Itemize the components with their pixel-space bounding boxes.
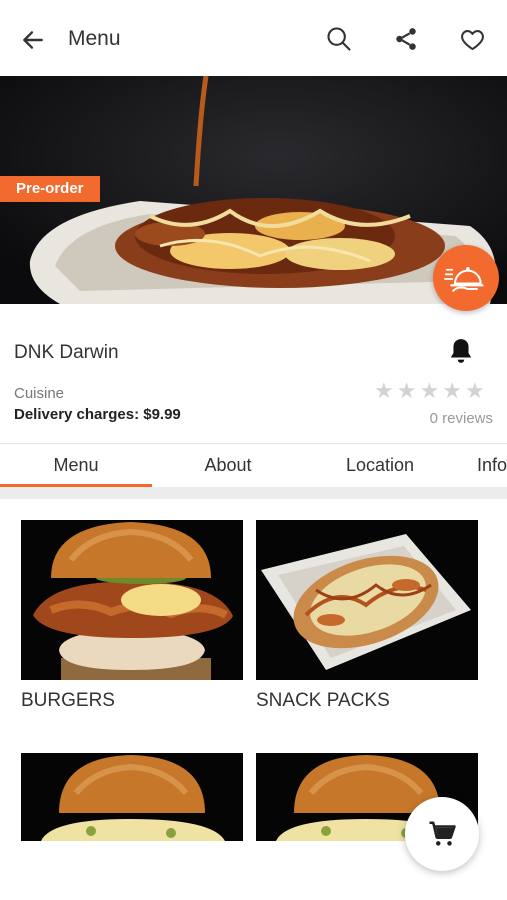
notify-button[interactable]: [446, 336, 476, 366]
restaurant-name: DNK Darwin: [14, 342, 119, 363]
section-divider: [0, 487, 507, 499]
star-icon: ★: [419, 378, 440, 403]
category-card-snack-packs[interactable]: SNACK PACKS: [256, 520, 478, 712]
tab-bar: Menu About Location Info: [0, 443, 507, 487]
reviews-count[interactable]: 0 reviews: [430, 410, 493, 427]
star-icon: ★: [442, 378, 462, 403]
bell-icon: [450, 339, 472, 363]
category-image: [21, 753, 243, 841]
tab-info[interactable]: Info: [456, 444, 507, 488]
hero-image: Pre-order: [0, 76, 507, 304]
cart-button[interactable]: [405, 797, 479, 871]
cart-icon: [429, 821, 456, 846]
search-button[interactable]: [322, 22, 356, 56]
page-title: Menu: [68, 27, 121, 50]
back-button[interactable]: [18, 25, 48, 55]
preorder-badge: Pre-order: [0, 176, 100, 202]
category-card[interactable]: [21, 753, 243, 851]
tab-menu[interactable]: Menu: [0, 444, 152, 488]
cuisine-label: Cuisine: [14, 385, 65, 402]
star-icon: ★: [464, 378, 485, 403]
heart-icon: [460, 29, 484, 50]
category-label: SNACK PACKS: [256, 690, 390, 711]
search-icon: [327, 27, 351, 51]
food-delivery-icon: [444, 267, 484, 292]
category-card-burgers[interactable]: BURGERS: [21, 520, 243, 712]
star-icon: ★: [374, 378, 394, 403]
share-icon: [396, 28, 416, 50]
favorite-button[interactable]: [455, 22, 489, 56]
category-image: [256, 520, 478, 680]
app-bar: Menu: [0, 0, 507, 76]
star-icon: ★: [396, 378, 417, 403]
delivery-charges: Delivery charges: $9.99: [14, 406, 181, 423]
share-button[interactable]: [389, 22, 423, 56]
arrow-left-icon: [23, 31, 43, 49]
category-image: [21, 520, 243, 680]
rating-stars: ★ ★ ★ ★ ★: [374, 380, 485, 402]
tab-about[interactable]: About: [152, 444, 304, 488]
category-label: BURGERS: [21, 690, 115, 711]
delivery-fab[interactable]: [433, 245, 499, 311]
tab-location[interactable]: Location: [304, 444, 456, 488]
